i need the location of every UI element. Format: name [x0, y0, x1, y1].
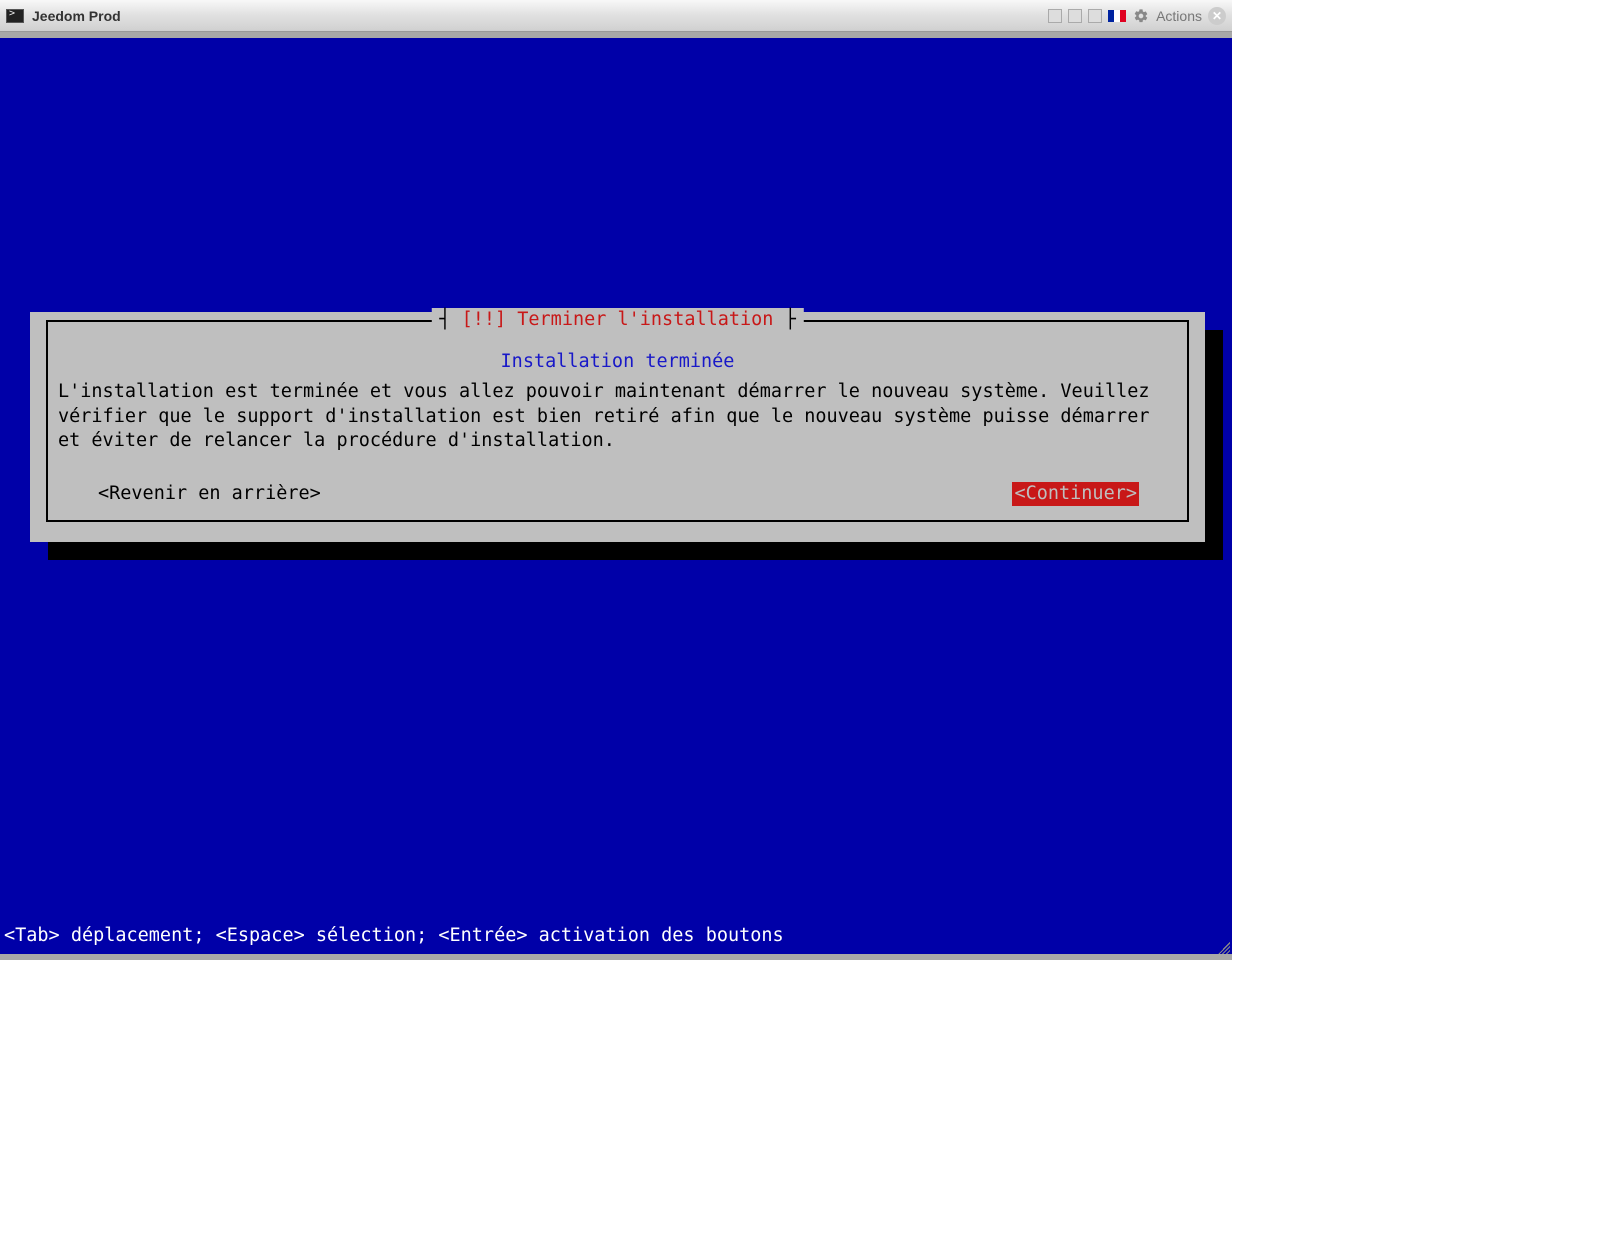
gear-icon[interactable] [1132, 7, 1150, 25]
title-bracket-right: ├ [785, 309, 796, 330]
terminal-icon [6, 9, 24, 23]
console-area: ┤ [!!] Terminer l'installation ├ Install… [0, 32, 1232, 960]
actions-label[interactable]: Actions [1156, 8, 1202, 24]
button-row: <Revenir en arrière> <Continuer> [56, 482, 1179, 506]
flag-france-icon[interactable] [1108, 10, 1126, 22]
dialog-border: ┤ [!!] Terminer l'installation ├ Install… [46, 320, 1189, 522]
installer-dialog: ┤ [!!] Terminer l'installation ├ Install… [30, 312, 1205, 542]
decorative-top-bar [0, 32, 1232, 38]
title-bracket-left: ┤ [439, 309, 461, 330]
continue-button[interactable]: <Continuer> [1012, 482, 1139, 506]
title-marker: [!!] [462, 309, 507, 330]
decorative-bottom-bar [0, 954, 1232, 960]
window-control-2[interactable] [1068, 9, 1082, 23]
dialog-wrap: ┤ [!!] Terminer l'installation ├ Install… [30, 312, 1205, 542]
dialog-body: L'installation est terminée et vous alle… [56, 380, 1179, 453]
close-icon[interactable]: ✕ [1208, 7, 1226, 25]
window-titlebar: Jeedom Prod Actions ✕ [0, 0, 1232, 32]
window-title: Jeedom Prod [32, 8, 1040, 24]
title-text: Terminer l'installation [506, 309, 784, 330]
window-controls: Actions ✕ [1048, 7, 1226, 25]
footer-hint: <Tab> déplacement; <Espace> sélection; <… [4, 924, 784, 948]
dialog-subtitle: Installation terminée [56, 350, 1179, 374]
back-button[interactable]: <Revenir en arrière> [96, 482, 323, 506]
window-control-1[interactable] [1048, 9, 1062, 23]
dialog-title: ┤ [!!] Terminer l'installation ├ [431, 308, 803, 332]
window-control-3[interactable] [1088, 9, 1102, 23]
